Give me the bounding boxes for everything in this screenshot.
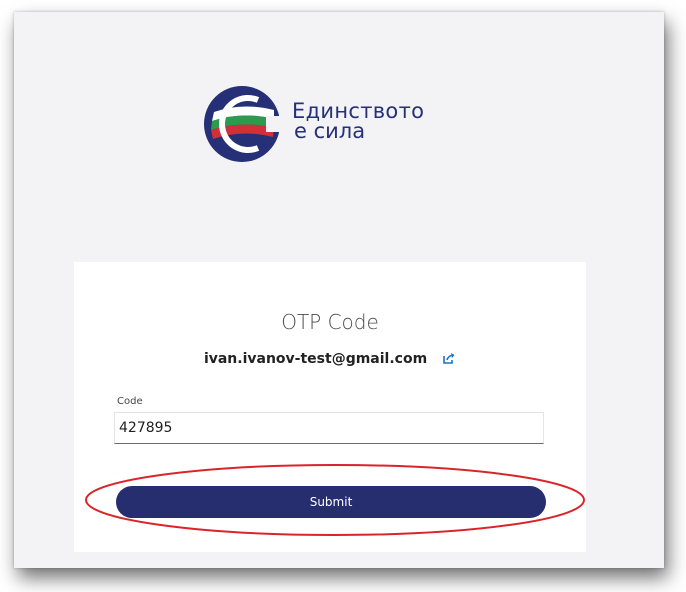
- code-input[interactable]: [114, 412, 544, 444]
- brand-logo: Единството е сила: [200, 82, 500, 182]
- code-label: Code: [117, 396, 143, 407]
- logo-emblem-icon: [204, 86, 280, 162]
- external-edit-icon[interactable]: [442, 351, 456, 365]
- login-window: Единството е сила OTP Code ivan.ivanov-t…: [14, 12, 664, 568]
- logo-line-2: е сила: [294, 119, 366, 143]
- email-row: ivan.ivanov-test@gmail.com: [74, 351, 586, 367]
- submit-button[interactable]: Submit: [116, 486, 546, 518]
- screenshot-stage: Единството е сила OTP Code ivan.ivanov-t…: [0, 0, 686, 592]
- otp-card: OTP Code ivan.ivanov-test@gmail.com Code…: [74, 262, 586, 552]
- logo-wordmark: Единството е сила: [292, 100, 424, 142]
- otp-title: OTP Code: [281, 310, 379, 334]
- user-email: ivan.ivanov-test@gmail.com: [203, 351, 428, 367]
